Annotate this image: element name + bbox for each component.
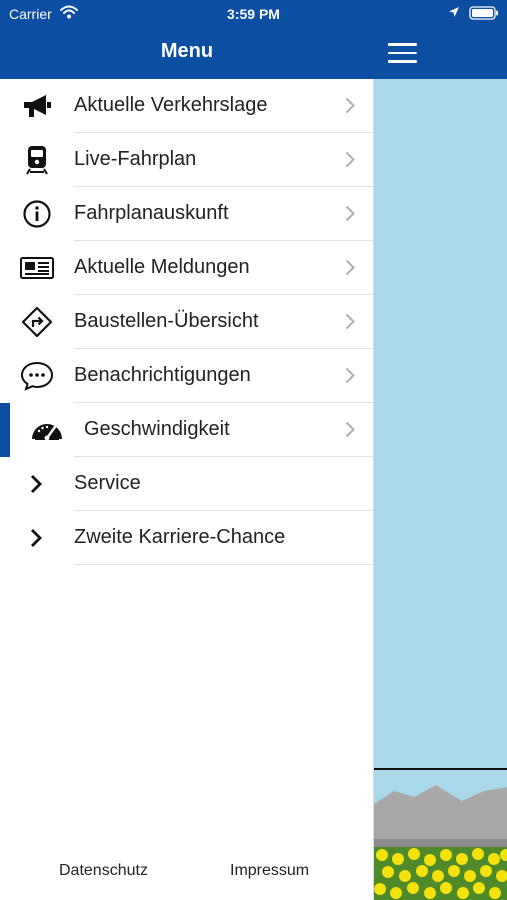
clock: 3:59 PM bbox=[227, 6, 280, 22]
top-bar: Carrier 3:59 PM Menu bbox=[0, 0, 507, 79]
chevron-right-icon bbox=[345, 259, 355, 276]
imprint-link[interactable]: Impressum bbox=[230, 862, 309, 880]
chevron-right-icon bbox=[345, 97, 355, 114]
battery-icon bbox=[469, 6, 498, 20]
chevron-right-icon bbox=[31, 529, 42, 547]
status-bar: Carrier 3:59 PM bbox=[0, 0, 507, 28]
megaphone-icon bbox=[24, 95, 51, 117]
privacy-link[interactable]: Datenschutz bbox=[59, 862, 148, 880]
content-preview[interactable] bbox=[373, 79, 507, 900]
menu-item-label: Live-Fahrplan bbox=[74, 148, 197, 170]
chevron-right-icon bbox=[345, 367, 355, 384]
menu-item-label: Service bbox=[74, 472, 141, 494]
train-icon bbox=[26, 146, 48, 175]
speedometer-icon bbox=[32, 424, 62, 441]
menu-item-meldungen[interactable]: Aktuelle Meldungen bbox=[0, 241, 373, 295]
divider bbox=[74, 564, 373, 565]
side-menu: Aktuelle Verkehrslage Live-Fahrplan Fahr… bbox=[0, 79, 373, 900]
info-icon bbox=[23, 200, 51, 228]
detour-sign-icon bbox=[21, 307, 53, 337]
menu-item-label: Aktuelle Meldungen bbox=[74, 256, 250, 278]
menu-item-verkehrslage[interactable]: Aktuelle Verkehrslage bbox=[0, 79, 373, 133]
location-arrow-icon bbox=[449, 7, 459, 17]
menu-item-live-fahrplan[interactable]: Live-Fahrplan bbox=[0, 133, 373, 187]
hamburger-menu-icon[interactable] bbox=[388, 43, 417, 63]
landscape-illustration bbox=[374, 79, 507, 900]
chevron-right-icon bbox=[345, 421, 355, 438]
menu-item-label: Baustellen-Übersicht bbox=[74, 310, 259, 332]
newspaper-icon bbox=[20, 257, 54, 279]
menu-item-service[interactable]: Service bbox=[0, 457, 373, 511]
menu-item-fahrplanauskunft[interactable]: Fahrplanauskunft bbox=[0, 187, 373, 241]
chevron-right-icon bbox=[31, 475, 42, 493]
chevron-right-icon bbox=[345, 205, 355, 222]
chat-bubble-icon bbox=[20, 361, 54, 391]
menu-item-geschwindigkeit[interactable]: Geschwindigkeit bbox=[0, 403, 373, 457]
chevron-right-icon bbox=[345, 151, 355, 168]
active-indicator bbox=[0, 403, 10, 457]
menu-item-karriere[interactable]: Zweite Karriere-Chance bbox=[0, 511, 373, 565]
menu-item-label: Geschwindigkeit bbox=[84, 418, 230, 440]
page-title: Menu bbox=[160, 40, 214, 62]
menu-item-label: Benachrichtigungen bbox=[74, 364, 251, 386]
menu-item-label: Fahrplanauskunft bbox=[74, 202, 229, 224]
menu-item-label: Zweite Karriere-Chance bbox=[74, 526, 286, 548]
menu-item-label: Aktuelle Verkehrslage bbox=[74, 94, 268, 116]
chevron-right-icon bbox=[345, 313, 355, 330]
menu-item-baustellen[interactable]: Baustellen-Übersicht bbox=[0, 295, 373, 349]
menu-item-benachrichtigungen[interactable]: Benachrichtigungen bbox=[0, 349, 373, 403]
